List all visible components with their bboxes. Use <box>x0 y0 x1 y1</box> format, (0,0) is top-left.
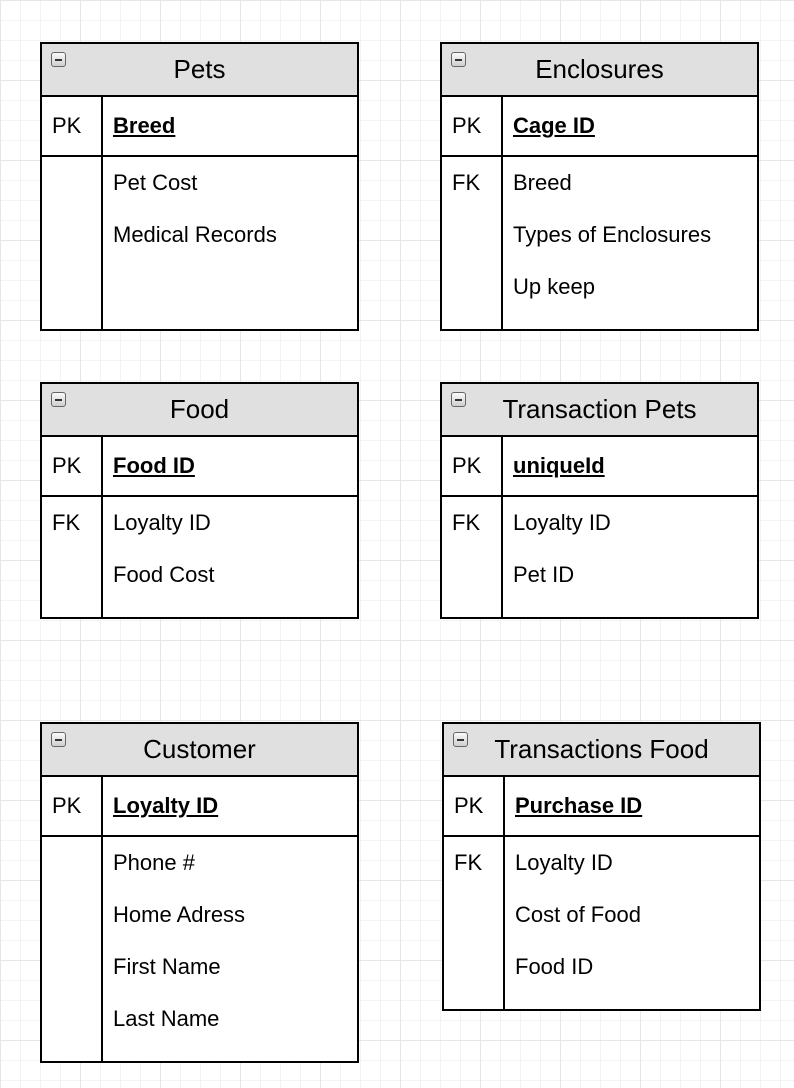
pk-label: PK <box>42 777 103 835</box>
primary-key-row[interactable]: PK Cage ID <box>442 97 757 157</box>
field: Pet Cost <box>113 170 198 195</box>
table-header[interactable]: Transaction Pets <box>442 384 757 437</box>
field: Medical Records <box>113 222 277 247</box>
field: Up keep <box>513 274 595 299</box>
table-header[interactable]: Transactions Food <box>444 724 759 777</box>
table-header[interactable]: Food <box>42 384 357 437</box>
fields-section[interactable]: Pet Cost Medical Records <box>42 157 357 331</box>
table-pets[interactable]: Pets PK Breed Pet Cost Medical Records <box>40 42 359 331</box>
table-title: Transactions Food <box>494 734 709 764</box>
table-title: Food <box>169 394 230 424</box>
table-customer[interactable]: Customer PK Loyalty ID Phone # Home Adre… <box>40 722 359 1063</box>
primary-key-row[interactable]: PK Loyalty ID <box>42 777 357 837</box>
pk-label: PK <box>444 777 505 835</box>
fields-section[interactable]: FK Loyalty ID Cost of Food Food ID <box>444 837 759 1011</box>
table-header[interactable]: Customer <box>42 724 357 777</box>
field: Loyalty ID <box>513 510 611 535</box>
fields-section[interactable]: FK Loyalty ID Pet ID <box>442 497 757 619</box>
fields-section[interactable]: FK Loyalty ID Food Cost <box>42 497 357 619</box>
pk-field: Food ID <box>113 453 195 478</box>
table-food[interactable]: Food PK Food ID FK Loyalty ID Food Cost <box>40 382 359 619</box>
primary-key-row[interactable]: PK Breed <box>42 97 357 157</box>
primary-key-row[interactable]: PK uniqueId <box>442 437 757 497</box>
field: Loyalty ID <box>113 510 211 535</box>
table-header[interactable]: Pets <box>42 44 357 97</box>
pk-field: Cage ID <box>513 113 595 138</box>
pk-field: Loyalty ID <box>113 793 219 818</box>
field: First Name <box>113 954 221 979</box>
field: Loyalty ID <box>515 850 613 875</box>
collapse-icon[interactable] <box>51 52 66 67</box>
fields-section[interactable]: Phone # Home Adress First Name Last Name <box>42 837 357 1063</box>
collapse-icon[interactable] <box>51 732 66 747</box>
collapse-icon[interactable] <box>51 392 66 407</box>
primary-key-row[interactable]: PK Food ID <box>42 437 357 497</box>
table-transaction-pets[interactable]: Transaction Pets PK uniqueId FK Loyalty … <box>440 382 759 619</box>
table-title: Enclosures <box>535 54 664 84</box>
primary-key-row[interactable]: PK Purchase ID <box>444 777 759 837</box>
pk-field: Breed <box>113 113 176 138</box>
collapse-icon[interactable] <box>451 392 466 407</box>
fk-label: FK <box>444 837 505 1011</box>
field: Food ID <box>515 954 594 979</box>
field: Cost of Food <box>515 902 641 927</box>
table-header[interactable]: Enclosures <box>442 44 757 97</box>
pk-label: PK <box>42 437 103 495</box>
pk-field: uniqueId <box>513 453 605 478</box>
table-transactions-food[interactable]: Transactions Food PK Purchase ID FK Loya… <box>442 722 761 1011</box>
pk-label: PK <box>42 97 103 155</box>
table-enclosures[interactable]: Enclosures PK Cage ID FK Breed Types of … <box>440 42 759 331</box>
collapse-icon[interactable] <box>453 732 468 747</box>
fk-label: FK <box>442 497 503 619</box>
pk-label: PK <box>442 437 503 495</box>
field: Breed <box>513 170 572 195</box>
table-title: Customer <box>143 734 256 764</box>
field: Phone # <box>113 850 195 875</box>
fk-label <box>42 157 103 331</box>
field: Types of Enclosures <box>513 222 712 247</box>
fk-label <box>42 837 103 1063</box>
field: Food Cost <box>113 562 215 587</box>
pk-label: PK <box>442 97 503 155</box>
table-title: Transaction Pets <box>502 394 697 424</box>
collapse-icon[interactable] <box>451 52 466 67</box>
field: Last Name <box>113 1006 220 1031</box>
fk-label: FK <box>42 497 103 619</box>
field: Pet ID <box>513 562 575 587</box>
table-title: Pets <box>173 54 226 84</box>
fields-section[interactable]: FK Breed Types of Enclosures Up keep <box>442 157 757 331</box>
pk-field: Purchase ID <box>515 793 643 818</box>
fk-label: FK <box>442 157 503 331</box>
field: Home Adress <box>113 902 246 927</box>
